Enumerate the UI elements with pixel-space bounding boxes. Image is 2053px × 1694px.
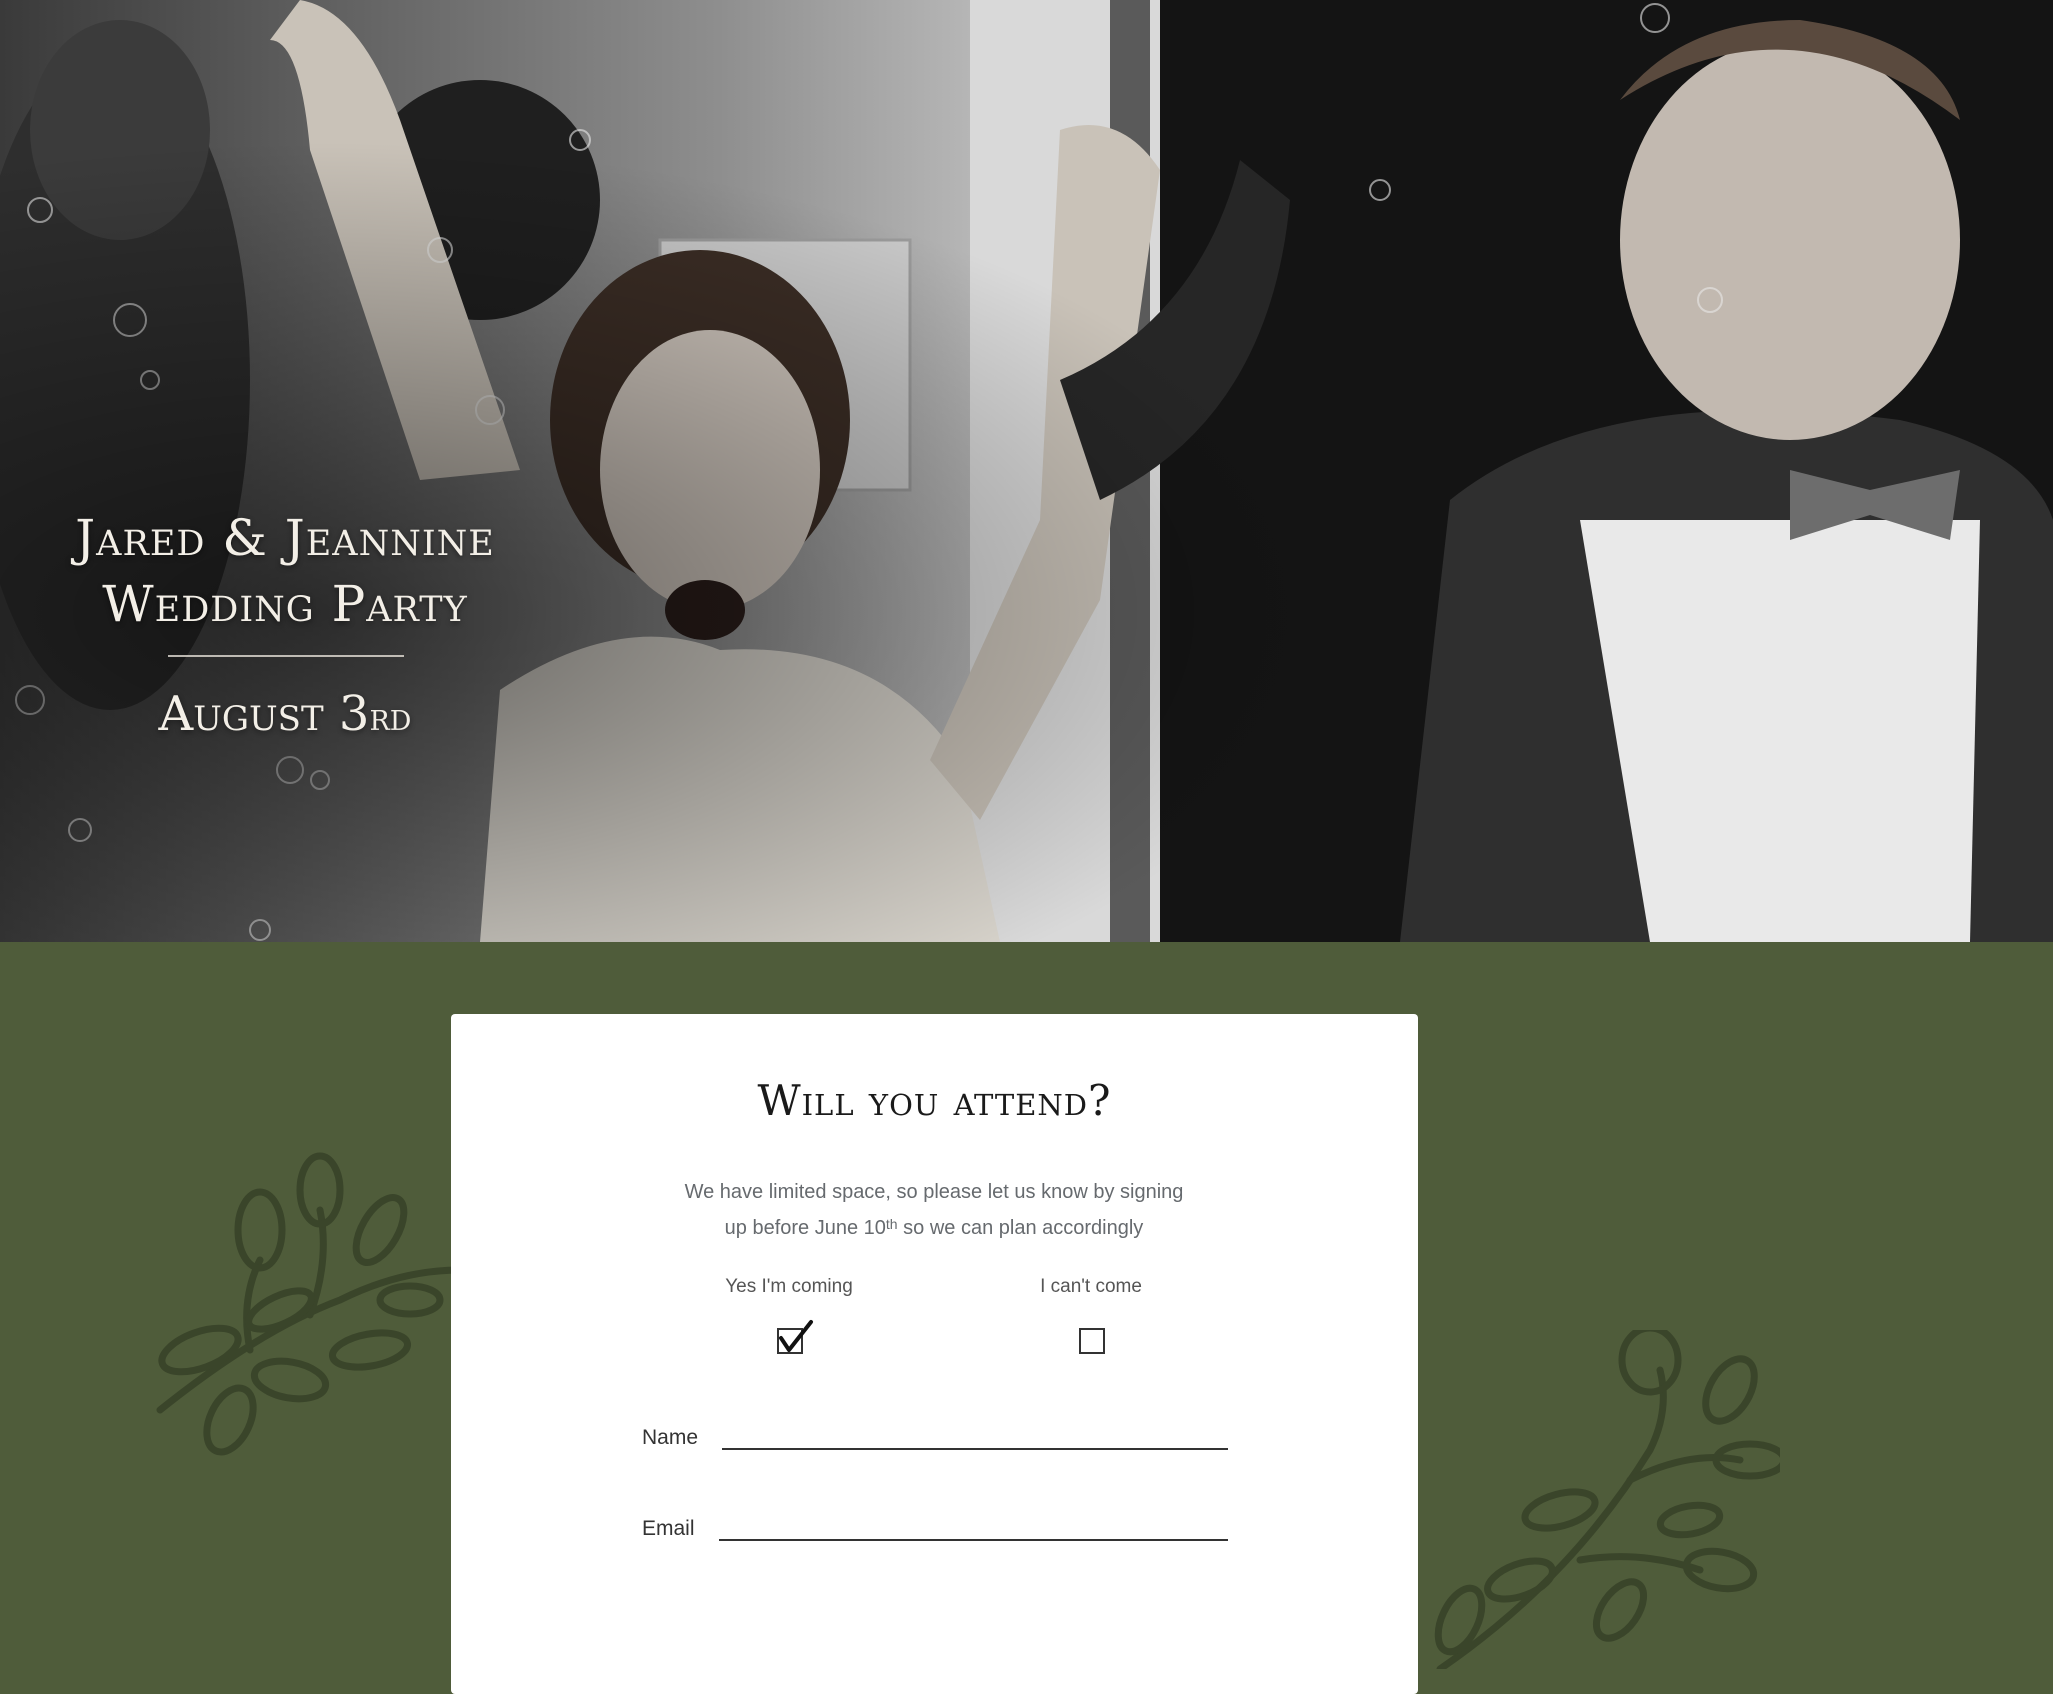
leaf-branch-right-icon [1434,1330,1780,1669]
rsvp-desc-line1: We have limited space, so please let us … [684,1181,1184,1203]
hero-date-main: August 3 [158,686,370,742]
hero-banner: Jared & Jeannine Wedding Party August 3r… [0,0,2053,942]
rsvp-desc-line2-sup: th [885,1216,898,1232]
rsvp-description: We have limited space, so please let us … [634,1174,1234,1246]
rsvp-desc-line2-pre: up before June 10 [724,1217,886,1239]
hero-date: August 3rd [50,684,520,747]
email-field-label: Email [642,1517,695,1540]
leaf-branch-left-icon [156,1152,464,1456]
hero-title: Jared & Jeannine Wedding Party [50,505,520,637]
rsvp-title: Will you attend? [757,1076,1112,1125]
hero-date-suffix: rd [369,695,412,739]
rsvp-desc-line2-post: so we can plan accordingly [897,1217,1144,1239]
option-yes-label: Yes I'm coming [725,1276,853,1297]
hero-title-line1: Jared & Jeannine [75,509,495,567]
option-no-checkbox[interactable] [1079,1328,1105,1354]
name-field-label: Name [642,1426,699,1449]
option-yes-checkbox[interactable] [777,1320,813,1354]
hero-divider [168,655,404,657]
name-input[interactable] [722,1412,1228,1450]
option-no-label: I can't come [1040,1276,1142,1297]
wedding-photo [0,0,2053,942]
hero-title-line2: Wedding Party [102,575,468,633]
checkmark-icon [779,1320,813,1352]
email-input[interactable] [719,1503,1228,1541]
rsvp-card: Will you attend? We have limited space, … [451,1014,1418,1694]
